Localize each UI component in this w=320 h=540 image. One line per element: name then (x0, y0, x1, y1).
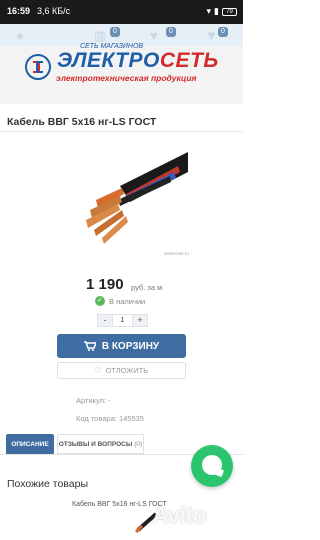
tab-reviews[interactable]: ОТЗЫВЫ И ВОПРОСЫ (0) (57, 434, 144, 454)
status-icons: ▾ ▮ 79 (207, 6, 237, 17)
stock-label: В наличии (109, 296, 146, 306)
avito-logo-icon (139, 506, 152, 518)
decrease-button[interactable]: - (98, 315, 112, 326)
status-time: 16:59 (7, 6, 31, 16)
tab-description[interactable]: ОПИСАНИЕ (6, 434, 54, 454)
watermark: Avito (152, 502, 207, 528)
add-to-cart-label: В КОРЗИНУ (101, 340, 160, 352)
user-icon[interactable]: ● (16, 28, 24, 43)
logo-name[interactable]: ЭЛЕКТРОСЕТЬ (57, 49, 219, 73)
heart-icon: ♡ (94, 366, 102, 375)
defer-button[interactable]: ♡ ОТЛОЖИТЬ (57, 362, 186, 379)
quantity-stepper: - 1 + (97, 314, 148, 327)
status-network-speed: 3,6 КБ/с (37, 6, 71, 16)
check-icon: ✓ (95, 296, 105, 306)
logo-name-part1: ЭЛЕКТРО (57, 49, 160, 72)
divider (0, 131, 243, 132)
stock-status: ✓ В наличии (95, 296, 145, 306)
status-bar: 16:59 3,6 КБ/с ▾ ▮ 79 (0, 0, 243, 24)
product-image[interactable] (60, 138, 188, 258)
chat-button[interactable] (191, 445, 233, 487)
defer-label: ОТЛОЖИТЬ (105, 366, 149, 375)
compare-icon[interactable]: ▥ (94, 28, 106, 44)
logo-name-part2: СЕТЬ (159, 49, 219, 72)
image-caption: elektroset.ru (164, 251, 189, 256)
chat-icon (202, 455, 222, 475)
logo-subtitle: электротехническая продукция (56, 73, 197, 83)
product-price: 1 190 (86, 276, 124, 293)
similar-heading: Похожие товары (7, 478, 88, 490)
favorites-icon[interactable]: ♥ (150, 28, 158, 43)
logo-emblem-icon[interactable] (25, 54, 51, 80)
tab-reviews-label: ОТЗЫВЫ И ВОПРОСЫ (58, 440, 133, 448)
signal-icon: ▮ (214, 6, 219, 16)
battery-icon: 79 (222, 7, 237, 16)
quantity-input[interactable]: 1 (112, 315, 133, 326)
compare-count-badge: 0 (110, 27, 120, 37)
increase-button[interactable]: + (133, 315, 147, 326)
article-number: Артикул: - (76, 396, 111, 405)
wifi-icon: ▾ (206, 6, 212, 16)
favorites-count-badge: 0 (166, 27, 176, 37)
cart-count-badge: 0 (218, 27, 228, 37)
cart-icon[interactable]: ▼ (205, 28, 218, 43)
product-code: Код товара: 145535 (76, 414, 144, 423)
product-title: Кабель ВВГ 5х16 нг-LS ГОСТ (7, 116, 157, 128)
add-to-cart-button[interactable]: В КОРЗИНУ (57, 334, 186, 358)
tab-reviews-count: (0) (134, 440, 143, 448)
cart-icon (83, 341, 96, 351)
price-unit: руб. за м (131, 283, 163, 292)
